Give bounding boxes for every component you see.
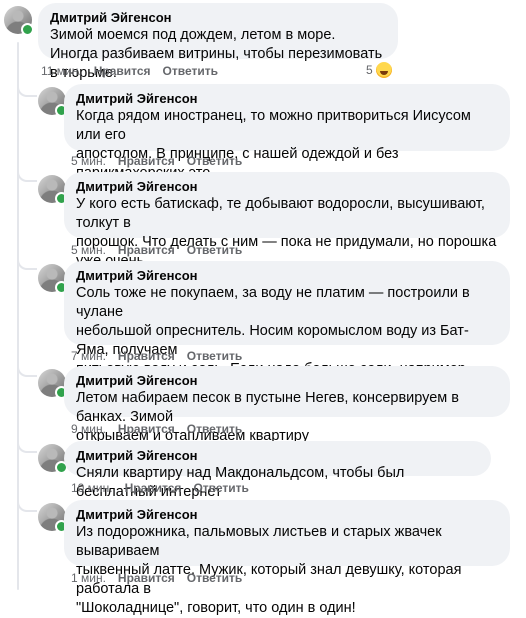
avatar[interactable] bbox=[38, 444, 68, 474]
reply-button[interactable]: Ответить bbox=[187, 154, 242, 168]
comment-bubble: Дмитрий Эйгенсон Соль тоже не покупаем, … bbox=[64, 261, 510, 415]
avatar[interactable] bbox=[38, 503, 68, 533]
reply-connector bbox=[17, 496, 37, 512]
reply-connector bbox=[17, 254, 37, 270]
avatar[interactable] bbox=[38, 369, 68, 399]
avatar[interactable] bbox=[38, 175, 68, 205]
comment-bubble: Дмитрий Эйгенсон Из подорожника, пальмов… bbox=[64, 500, 510, 616]
like-button[interactable]: Нравится bbox=[118, 349, 175, 363]
comment-author[interactable]: Дмитрий Эйгенсон bbox=[50, 10, 386, 26]
reply-button[interactable]: Ответить bbox=[187, 571, 242, 585]
like-button[interactable]: Нравится bbox=[118, 422, 175, 436]
comment-time[interactable]: 7 мин. bbox=[71, 349, 106, 363]
laughing-face-emoji-icon bbox=[375, 62, 392, 78]
like-button[interactable]: Нравится bbox=[125, 481, 182, 495]
reaction-summary[interactable]: 5 bbox=[366, 62, 392, 78]
comment-author[interactable]: Дмитрий Эйгенсон bbox=[76, 373, 498, 389]
comment-bubble: Дмитрий Эйгенсон Когда рядом иностранец,… bbox=[64, 84, 510, 219]
comment-actions: 5 мин. Нравится Ответить bbox=[71, 243, 254, 257]
comment-time[interactable]: 11 мин. bbox=[41, 64, 82, 78]
comment-bubble: Дмитрий Эйгенсон У кого есть батискаф, т… bbox=[64, 172, 510, 288]
reply-button[interactable]: Ответить bbox=[187, 243, 242, 257]
comment-bubble: Дмитрий Эйгенсон Сняли квартиру над Макд… bbox=[64, 441, 491, 500]
avatar[interactable] bbox=[4, 6, 34, 36]
avatar[interactable] bbox=[38, 264, 68, 294]
reply-button[interactable]: Ответить bbox=[187, 422, 242, 436]
reply-button[interactable]: Ответить bbox=[187, 349, 242, 363]
comment-time[interactable]: 10 мин. bbox=[71, 481, 113, 495]
comment-actions: 11 мин. Нравится Ответить bbox=[41, 64, 230, 78]
like-button[interactable]: Нравится bbox=[118, 571, 175, 585]
comment-time[interactable]: 5 мин. bbox=[71, 243, 106, 257]
comment-author[interactable]: Дмитрий Эйгенсон bbox=[76, 179, 498, 195]
reply-connector bbox=[17, 437, 37, 453]
reaction-count: 5 bbox=[366, 63, 373, 77]
comment-time[interactable]: 1 мин. bbox=[71, 571, 106, 585]
comment-author[interactable]: Дмитрий Эйгенсон bbox=[76, 507, 498, 523]
like-button[interactable]: Нравится bbox=[118, 243, 175, 257]
comment-actions: 9 мин. Нравится Ответить bbox=[71, 422, 254, 436]
avatar[interactable] bbox=[38, 87, 68, 117]
reply-connector bbox=[17, 361, 37, 377]
like-button[interactable]: Нравится bbox=[118, 154, 175, 168]
reply-button[interactable]: Ответить bbox=[193, 481, 248, 495]
comment-actions: 5 мин. Нравится Ответить bbox=[71, 154, 254, 168]
comment-text: Летом набираем песок в пустыне Негев, ко… bbox=[76, 390, 459, 444]
comment-author[interactable]: Дмитрий Эйгенсон bbox=[76, 448, 479, 464]
comment-bubble: Дмитрий Эйгенсон Летом набираем песок в … bbox=[64, 366, 510, 444]
comment-time[interactable]: 9 мин. bbox=[71, 422, 106, 436]
comment-actions: 10 мин. Нравится Ответить bbox=[71, 481, 261, 495]
reply-connector bbox=[17, 81, 37, 97]
comment-bubble: Дмитрий Эйгенсон Зимой моемся под дождем… bbox=[38, 3, 398, 81]
reply-connector bbox=[17, 166, 37, 182]
online-status-dot bbox=[21, 23, 34, 36]
comment-actions: 7 мин. Нравится Ответить bbox=[71, 349, 254, 363]
comment-author[interactable]: Дмитрий Эйгенсон bbox=[76, 268, 498, 284]
comment-author[interactable]: Дмитрий Эйгенсон bbox=[76, 91, 498, 107]
comment-time[interactable]: 5 мин. bbox=[71, 154, 106, 168]
reply-button[interactable]: Ответить bbox=[163, 64, 218, 78]
comment-actions: 1 мин. Нравится Ответить bbox=[71, 571, 254, 585]
like-button[interactable]: Нравится bbox=[94, 64, 151, 78]
